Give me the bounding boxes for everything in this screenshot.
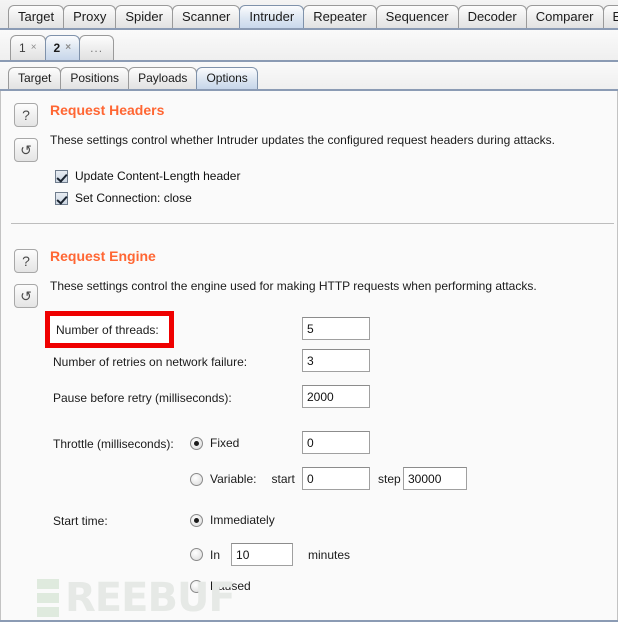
throttle-step-input[interactable] bbox=[403, 467, 467, 490]
checkbox-set-connection-close[interactable]: Set Connection: close bbox=[55, 191, 192, 205]
throttle-step-label: step bbox=[378, 472, 401, 486]
start-time-paused-row[interactable]: Paused bbox=[190, 579, 251, 593]
radio-icon[interactable] bbox=[190, 436, 203, 450]
radio-icon[interactable] bbox=[190, 513, 203, 527]
checkbox-update-content-length[interactable]: Update Content-Length header bbox=[55, 169, 240, 183]
threads-annotation-box: Number of threads: bbox=[45, 311, 174, 348]
threads-label: Number of threads: bbox=[56, 322, 159, 337]
tab-sequencer[interactable]: Sequencer bbox=[375, 5, 459, 28]
start-time-immediately-label: Immediately bbox=[210, 513, 275, 527]
request-headers-title: Request Headers bbox=[50, 102, 165, 118]
throttle-label: Throttle (milliseconds): bbox=[53, 437, 174, 451]
tab-spider[interactable]: Spider bbox=[115, 5, 173, 28]
subtab-options[interactable]: Options bbox=[196, 67, 258, 89]
freebuf-logo-icon bbox=[37, 579, 59, 617]
pause-field-row bbox=[302, 385, 370, 408]
radio-icon[interactable] bbox=[190, 579, 203, 593]
checkbox-icon[interactable] bbox=[55, 169, 68, 183]
checkbox-label: Update Content-Length header bbox=[75, 169, 241, 183]
start-time-label-row: Start time: bbox=[53, 514, 108, 528]
help-icon[interactable]: ? bbox=[14, 249, 38, 273]
throttle-variable-label: Variable: bbox=[210, 472, 257, 486]
retries-field-row bbox=[302, 349, 370, 372]
tab-comparer[interactable]: Comparer bbox=[525, 5, 604, 28]
tab-extender[interactable]: Exten bbox=[602, 5, 618, 28]
intruder-sub-tab-bar[interactable]: Target Positions Payloads Options bbox=[0, 62, 618, 91]
retries-row: Number of retries on network failure: bbox=[53, 355, 247, 369]
tab-target[interactable]: Target bbox=[8, 5, 65, 28]
attack-tab-2[interactable]: 2 × bbox=[44, 35, 81, 60]
tab-repeater[interactable]: Repeater bbox=[303, 5, 377, 28]
radio-icon[interactable] bbox=[190, 472, 203, 486]
subtab-positions[interactable]: Positions bbox=[60, 67, 130, 89]
reset-icon[interactable]: ↺ bbox=[14, 138, 38, 162]
start-time-immediately-row[interactable]: Immediately bbox=[190, 513, 275, 527]
request-headers-description: These settings control whether Intruder … bbox=[50, 133, 555, 147]
throttle-variable-radio-row[interactable]: Variable: start bbox=[190, 472, 295, 486]
start-time-in-label: In bbox=[210, 547, 221, 562]
start-time-minutes-suffix: minutes bbox=[308, 547, 351, 562]
throttle-start-input[interactable] bbox=[302, 467, 370, 490]
close-icon[interactable]: × bbox=[65, 36, 71, 60]
throttle-label-row: Throttle (milliseconds): bbox=[53, 437, 174, 451]
start-time-in-row[interactable]: In minutes bbox=[190, 543, 350, 566]
options-panel: ? ↺ Request Headers These settings contr… bbox=[0, 91, 618, 622]
throttle-fixed-field-row bbox=[302, 431, 370, 454]
main-tab-bar[interactable]: Target Proxy Spider Scanner Intruder Rep… bbox=[0, 0, 618, 30]
attack-tab-1[interactable]: 1 × bbox=[10, 35, 46, 60]
tab-intruder[interactable]: Intruder bbox=[239, 5, 305, 28]
retries-label: Number of retries on network failure: bbox=[53, 355, 248, 369]
start-time-paused-label: Paused bbox=[210, 579, 251, 593]
threads-field-row bbox=[302, 317, 370, 340]
request-engine-description: These settings control the engine used f… bbox=[50, 279, 537, 293]
tab-decoder[interactable]: Decoder bbox=[457, 5, 527, 28]
throttle-fixed-input[interactable] bbox=[302, 431, 370, 454]
throttle-step-field-row bbox=[403, 467, 467, 490]
request-engine-gutter: ? ↺ bbox=[14, 249, 38, 308]
tab-proxy[interactable]: Proxy bbox=[63, 5, 117, 28]
reset-icon[interactable]: ↺ bbox=[14, 284, 38, 308]
close-icon[interactable]: × bbox=[31, 36, 37, 60]
throttle-fixed-label: Fixed bbox=[210, 436, 240, 450]
request-headers-gutter: ? ↺ bbox=[14, 103, 38, 162]
attack-tab-2-label: 2 bbox=[53, 41, 61, 55]
retries-input[interactable] bbox=[302, 349, 370, 372]
pause-label: Pause before retry (milliseconds): bbox=[53, 391, 232, 405]
attack-tab-bar[interactable]: 1 × 2 × ... bbox=[0, 30, 618, 62]
checkbox-icon[interactable] bbox=[55, 191, 68, 205]
checkbox-label: Set Connection: close bbox=[75, 191, 192, 205]
section-divider bbox=[11, 223, 614, 224]
threads-input[interactable] bbox=[302, 317, 370, 340]
throttle-step-label-row: step bbox=[378, 472, 401, 486]
throttle-fixed-radio-row[interactable]: Fixed bbox=[190, 436, 239, 450]
subtab-payloads[interactable]: Payloads bbox=[128, 67, 198, 89]
help-icon[interactable]: ? bbox=[14, 103, 38, 127]
subtab-target[interactable]: Target bbox=[8, 67, 62, 89]
pause-row: Pause before retry (milliseconds): bbox=[53, 391, 232, 405]
request-engine-title: Request Engine bbox=[50, 248, 156, 264]
throttle-start-label: start bbox=[271, 472, 295, 486]
start-time-label: Start time: bbox=[53, 514, 108, 528]
throttle-start-field-row bbox=[302, 467, 370, 490]
pause-input[interactable] bbox=[302, 385, 370, 408]
start-time-minutes-input[interactable] bbox=[231, 543, 294, 566]
attack-tab-new[interactable]: ... bbox=[79, 35, 115, 60]
tab-scanner[interactable]: Scanner bbox=[171, 5, 241, 28]
radio-icon[interactable] bbox=[190, 548, 203, 561]
attack-tab-1-label: 1 bbox=[19, 41, 26, 55]
